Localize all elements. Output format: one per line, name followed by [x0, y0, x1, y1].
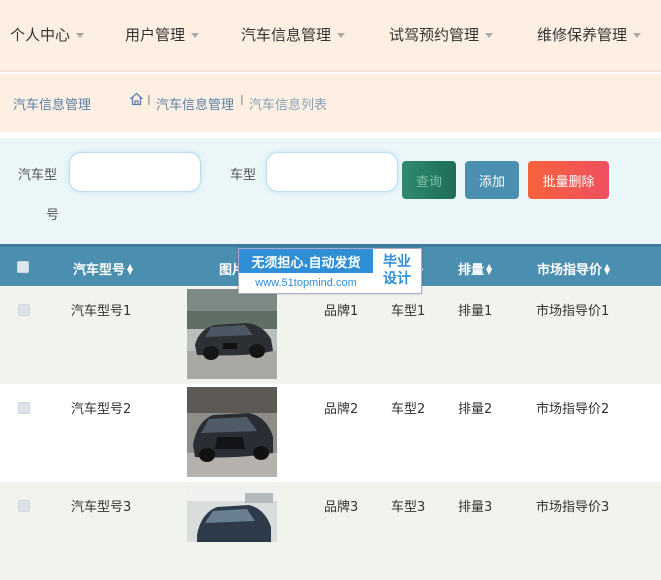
cell-type: 车型2: [391, 402, 426, 417]
nav-item-label: 维修保养管理: [537, 26, 628, 44]
table-row[interactable]: 汽车型号2 品牌2 车型2 排量2 市场指导价2: [0, 384, 661, 482]
nav-item-maintenance-management[interactable]: 维修保养管理: [537, 24, 642, 45]
car-model-input[interactable]: [69, 152, 201, 192]
nav-item-test-drive-management[interactable]: 试驾预约管理: [389, 24, 494, 45]
nav-item-label: 个人中心: [10, 26, 71, 44]
column-header-displacement[interactable]: 排量 ▲ ▼: [458, 259, 493, 278]
cell-price: 市场指导价3: [536, 500, 610, 515]
watermark-badge-line2: 设计: [383, 271, 411, 287]
chevron-down-icon: [337, 33, 346, 38]
breadcrumb: 汽车信息管理 I 汽车信息管理 I 汽车信息列表: [0, 74, 661, 132]
cell-price: 市场指导价1: [536, 304, 610, 319]
cell-brand: 品牌2: [324, 402, 359, 417]
nav-item-user-management[interactable]: 用户管理: [125, 24, 200, 45]
cell-model: 汽车型号1: [71, 304, 132, 319]
home-icon[interactable]: [129, 92, 144, 110]
nav-item-label: 试驾预约管理: [389, 26, 480, 44]
car-image: [187, 289, 277, 379]
watermark-badge-line1: 毕业: [383, 254, 411, 270]
cell-brand: 品牌1: [324, 304, 359, 319]
batch-delete-button[interactable]: 批量删除: [528, 161, 609, 199]
car-image: [187, 485, 277, 542]
cell-displacement: 排量1: [458, 304, 493, 319]
cell-type: 车型1: [391, 304, 426, 319]
sort-icon: ▲▼: [486, 261, 493, 276]
cell-price: 市场指导价2: [536, 402, 610, 417]
select-all-checkbox[interactable]: [17, 261, 29, 273]
row-checkbox[interactable]: [18, 500, 30, 512]
cell-model: 汽车型号3: [71, 500, 132, 515]
cell-model: 汽车型号2: [71, 402, 132, 417]
column-header-price[interactable]: 市场指导价 ▲ ▼: [537, 259, 611, 278]
add-button[interactable]: 添加: [465, 161, 519, 199]
chevron-down-icon: [633, 33, 642, 38]
breadcrumb-level1[interactable]: 汽车信息管理: [156, 94, 234, 113]
car-model-label: 汽车型: [18, 168, 58, 183]
watermark-slogan: 无须担心.自动发货: [239, 249, 373, 273]
query-button[interactable]: 查询: [402, 161, 456, 199]
chevron-down-icon: [76, 33, 85, 38]
nav-item-car-info-management[interactable]: 汽车信息管理: [241, 24, 346, 45]
row-checkbox[interactable]: [18, 402, 30, 414]
top-nav: 个人中心 用户管理 汽车信息管理 试驾预约管理 维修保养管理: [0, 0, 661, 72]
watermark-text-block: 无须担心.自动发货 www.51topmind.com: [239, 249, 373, 293]
car-model-label-wrap: 号: [46, 208, 60, 223]
cell-displacement: 排量3: [458, 500, 493, 515]
car-type-label: 车型: [230, 168, 257, 183]
car-image: [187, 387, 277, 477]
chevron-down-icon: [485, 33, 494, 38]
watermark-badge: 毕业 设计: [373, 249, 421, 293]
nav-item-label: 汽车信息管理: [241, 26, 332, 44]
nav-item-label: 用户管理: [125, 26, 186, 44]
page-title: 汽车信息管理: [13, 98, 92, 113]
chevron-down-icon: [191, 33, 200, 38]
sort-icon: ▲▼: [604, 261, 611, 276]
column-header-label: 市场指导价: [537, 263, 603, 278]
cell-displacement: 排量2: [458, 402, 493, 417]
column-header-label: 排量: [458, 263, 485, 278]
sort-icon: ▲▼: [127, 261, 134, 276]
row-checkbox[interactable]: [18, 304, 30, 316]
nav-item-personal-center[interactable]: 个人中心: [10, 24, 85, 45]
cell-brand: 品牌3: [324, 500, 359, 515]
table-row[interactable]: 汽车型号3 品牌3 车型3 排量3 市场指导价3: [0, 482, 661, 580]
table-row[interactable]: 汽车型号1 品牌1 车型1 排量1 市场指导价1: [0, 286, 661, 384]
column-header-label: 汽车型号: [73, 263, 126, 278]
column-header-model[interactable]: 汽车型号 ▲ ▼: [73, 259, 134, 278]
search-bar: 汽车型 号 车型 查询 添加 批量删除: [0, 138, 661, 244]
car-type-input[interactable]: [266, 152, 398, 192]
breadcrumb-level2: 汽车信息列表: [249, 98, 328, 113]
breadcrumb-separator: I: [147, 94, 151, 109]
watermark-url: www.51topmind.com: [255, 277, 357, 289]
watermark-overlay: 无须担心.自动发货 www.51topmind.com 毕业 设计: [238, 248, 422, 294]
breadcrumb-separator: I: [240, 94, 244, 109]
cell-type: 车型3: [391, 500, 426, 515]
